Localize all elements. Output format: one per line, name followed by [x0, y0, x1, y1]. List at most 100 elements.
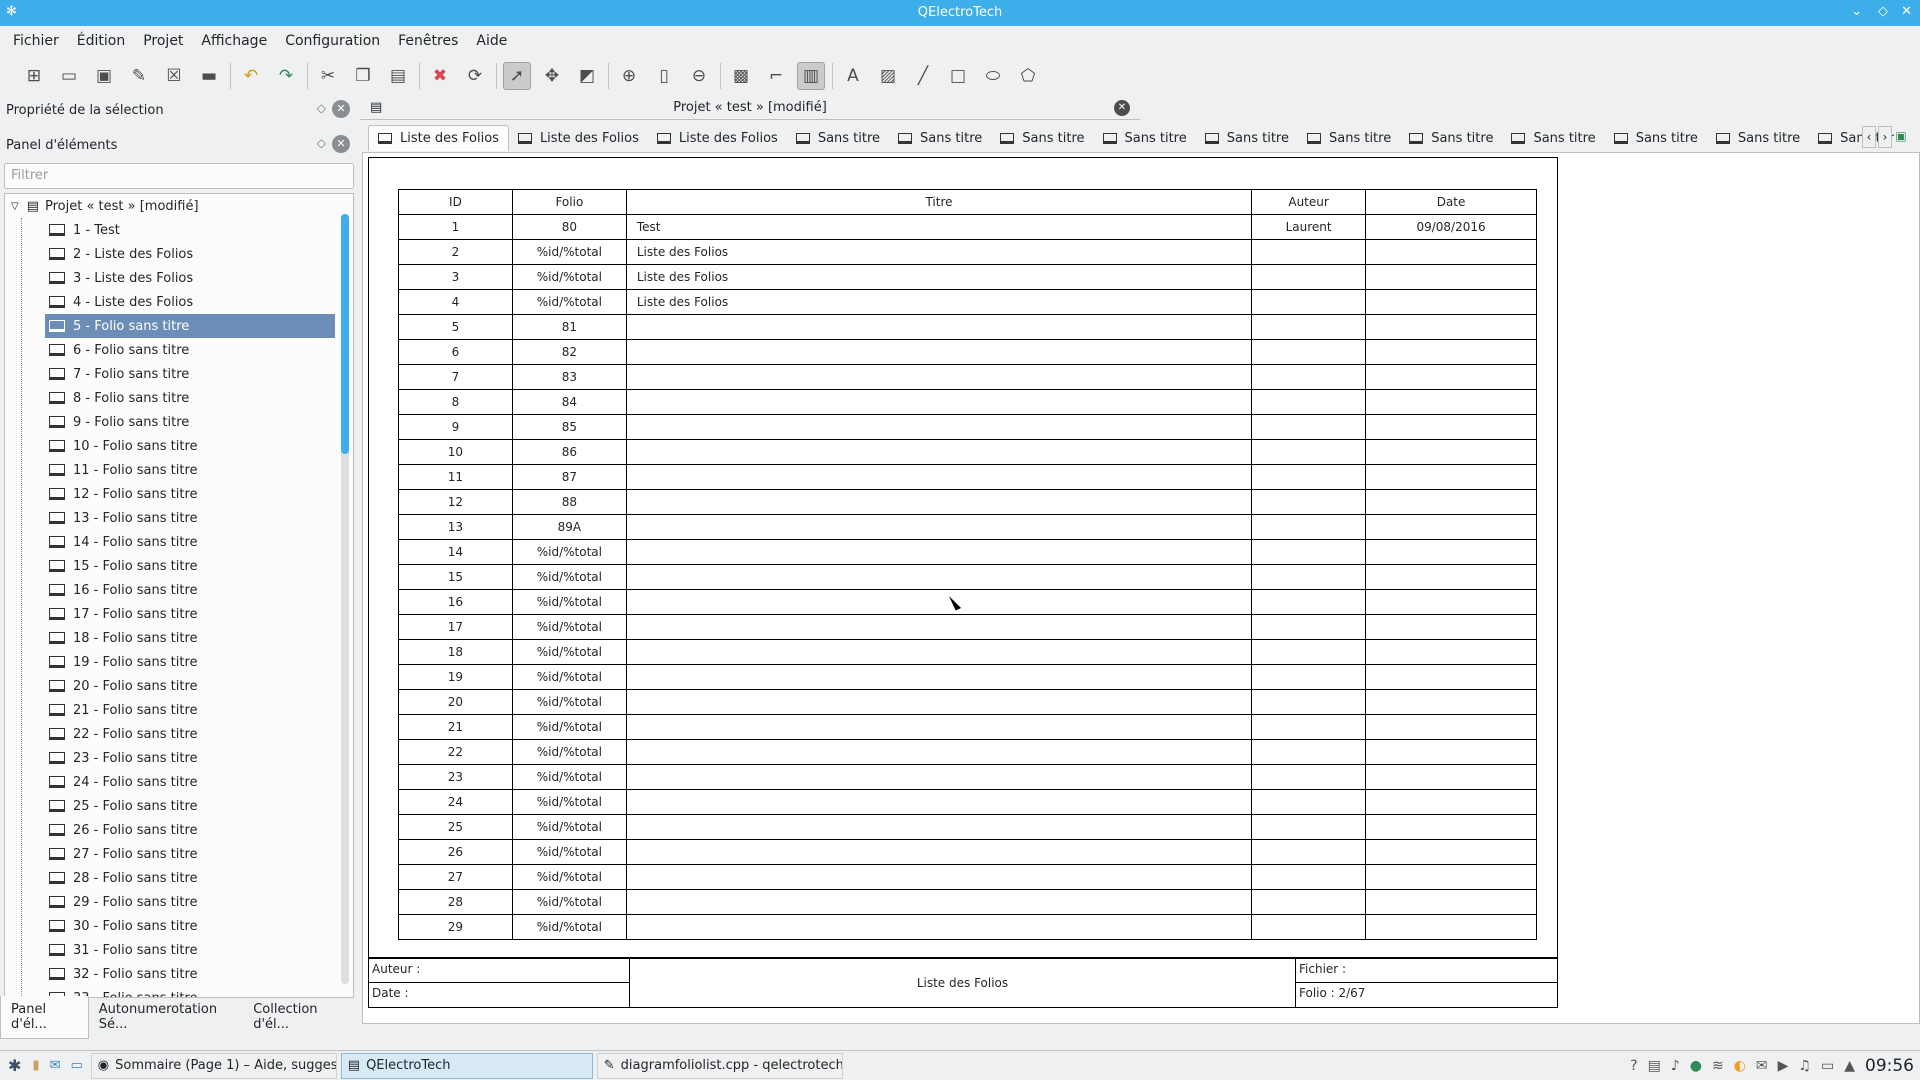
mail-icon[interactable]: ✉: [50, 1058, 61, 1073]
tree-item-folio[interactable]: 26 - Folio sans titre: [5, 818, 353, 842]
close-document-icon[interactable]: ✕: [1114, 100, 1130, 116]
float-icon[interactable]: ◇: [317, 136, 326, 150]
tree-item-folio[interactable]: 5 - Folio sans titre: [45, 314, 335, 338]
tab-scroll-right-icon[interactable]: ›: [1878, 126, 1892, 148]
tree-item-folio[interactable]: 19 - Folio sans titre: [5, 650, 353, 674]
tab-folio[interactable]: Sans titre: [1707, 125, 1809, 151]
delete-icon[interactable]: ✖: [426, 62, 454, 90]
chat-icon[interactable]: ▭: [70, 1058, 82, 1073]
close-project-icon[interactable]: ☒: [160, 62, 188, 90]
scrollbar-thumb[interactable]: [341, 214, 349, 454]
tree-item-folio[interactable]: 1 - Test: [5, 218, 353, 242]
tree-item-folio[interactable]: 3 - Liste des Folios: [5, 266, 353, 290]
menu-item-aide[interactable]: Aide: [467, 33, 516, 49]
menu-item-affichage[interactable]: Affichage: [192, 33, 276, 49]
audio-icon[interactable]: ♫: [1798, 1058, 1811, 1074]
rotate-icon[interactable]: ⟳: [461, 62, 489, 90]
close-dock-icon[interactable]: ✕: [332, 135, 350, 153]
tree-item-folio[interactable]: 31 - Folio sans titre: [5, 938, 353, 962]
tree-item-folio[interactable]: 10 - Folio sans titre: [5, 434, 353, 458]
tree-item-folio[interactable]: 8 - Folio sans titre: [5, 386, 353, 410]
cut-icon[interactable]: ✂: [314, 62, 342, 90]
redo-icon[interactable]: ↷: [272, 62, 300, 90]
terminal-strip-icon[interactable]: ▥: [797, 62, 825, 90]
tab-folio[interactable]: Sans titre: [1196, 125, 1298, 151]
add-folio-icon[interactable]: ▩: [727, 62, 755, 90]
expand-tray-icon[interactable]: ▲: [1844, 1058, 1855, 1074]
files-icon[interactable]: ▮: [32, 1058, 39, 1073]
minimize-icon[interactable]: ⌄: [1851, 4, 1862, 19]
filter-input[interactable]: Filtrer: [4, 163, 354, 189]
menu-item-projet[interactable]: Projet: [134, 33, 192, 49]
battery-icon[interactable]: ▭: [1821, 1058, 1834, 1074]
tree-item-folio[interactable]: 24 - Folio sans titre: [5, 770, 353, 794]
fill-icon[interactable]: ◩: [573, 62, 601, 90]
open-icon[interactable]: ▭: [55, 62, 83, 90]
tab-scroll-left-icon[interactable]: ‹: [1862, 126, 1876, 148]
tab-folio[interactable]: Sans titre: [787, 125, 889, 151]
maximize-icon[interactable]: ◇: [1878, 4, 1888, 19]
menu-item-fichier[interactable]: Fichier: [4, 33, 68, 49]
clock[interactable]: 09:56: [1865, 1056, 1914, 1076]
conductor-icon[interactable]: ⌐: [762, 62, 790, 90]
save-icon[interactable]: ▣: [90, 62, 118, 90]
update-icon[interactable]: ●: [1690, 1058, 1702, 1074]
taskbar-task[interactable]: ◉ Sommaire (Page 1) – Aide, suggestic: [90, 1052, 337, 1079]
taskbar-task[interactable]: ▤ QElectroTech: [340, 1052, 593, 1079]
tree-item-folio[interactable]: 17 - Folio sans titre: [5, 602, 353, 626]
tab-folio[interactable]: Sans titre: [1298, 125, 1400, 151]
tab-folio[interactable]: Sans titre: [889, 125, 991, 151]
volume-icon[interactable]: ♪: [1671, 1058, 1680, 1074]
tree-item-folio[interactable]: 32 - Folio sans titre: [5, 962, 353, 986]
paste-icon[interactable]: ▤: [384, 62, 412, 90]
tab-folio[interactable]: Sans titre: [1094, 125, 1196, 151]
tree-item-folio[interactable]: 9 - Folio sans titre: [5, 410, 353, 434]
taskbar-task[interactable]: ✎ diagramfoliolist.cpp - qelectrotech -: [596, 1052, 843, 1079]
start-menu-icon[interactable]: ✱: [8, 1056, 21, 1075]
zoom-in-icon[interactable]: ⊕: [615, 62, 643, 90]
tab-folio[interactable]: Sans titre: [1605, 125, 1707, 151]
add-folio-tab-icon[interactable]: ▣: [1894, 126, 1908, 148]
menu-item-configuration[interactable]: Configuration: [276, 33, 389, 49]
polygon-icon[interactable]: ⬠: [1014, 62, 1042, 90]
help-icon[interactable]: ?: [1630, 1058, 1637, 1074]
left-dock-tab[interactable]: Autonumerotation Sé...: [89, 996, 243, 1038]
tree-item-folio[interactable]: 29 - Folio sans titre: [5, 890, 353, 914]
copy-icon[interactable]: ❐: [349, 62, 377, 90]
network-icon[interactable]: ≋: [1712, 1058, 1724, 1074]
tree-item-folio[interactable]: 23 - Folio sans titre: [5, 746, 353, 770]
tree-item-folio[interactable]: 6 - Folio sans titre: [5, 338, 353, 362]
save-as-icon[interactable]: ✎: [125, 62, 153, 90]
tree-root-project[interactable]: ▽ ▤ Projet « test » [modifié]: [5, 194, 353, 218]
tree-item-folio[interactable]: 13 - Folio sans titre: [5, 506, 353, 530]
mail-tray-icon[interactable]: ✉: [1756, 1058, 1768, 1074]
move-icon[interactable]: ✥: [538, 62, 566, 90]
close-dock-icon[interactable]: ✕: [332, 100, 350, 118]
tree-item-folio[interactable]: 22 - Folio sans titre: [5, 722, 353, 746]
tree-item-folio[interactable]: 11 - Folio sans titre: [5, 458, 353, 482]
tree-item-folio[interactable]: 27 - Folio sans titre: [5, 842, 353, 866]
ellipse-icon[interactable]: ⬭: [979, 62, 1007, 90]
tree-item-folio[interactable]: 4 - Liste des Folios: [5, 290, 353, 314]
tree-item-folio[interactable]: 30 - Folio sans titre: [5, 914, 353, 938]
tree-item-folio[interactable]: 16 - Folio sans titre: [5, 578, 353, 602]
tab-folio[interactable]: Sans titre: [1502, 125, 1604, 151]
tree-item-folio[interactable]: 28 - Folio sans titre: [5, 866, 353, 890]
menu-item-édition[interactable]: Édition: [68, 33, 134, 49]
tab-folio[interactable]: Sans titre: [1400, 125, 1502, 151]
add-text-icon[interactable]: A: [839, 62, 867, 90]
tree-item-folio[interactable]: 12 - Folio sans titre: [5, 482, 353, 506]
menu-item-fenêtres[interactable]: Fenêtres: [389, 33, 467, 49]
zoom-reset-icon[interactable]: ⊖: [685, 62, 713, 90]
tree-item-folio[interactable]: 25 - Folio sans titre: [5, 794, 353, 818]
tree-item-folio[interactable]: 15 - Folio sans titre: [5, 554, 353, 578]
project-tree[interactable]: ▽ ▤ Projet « test » [modifié] 1 - Test 2 …: [4, 193, 354, 998]
rectangle-icon[interactable]: □: [944, 62, 972, 90]
tree-item-folio[interactable]: 7 - Folio sans titre: [5, 362, 353, 386]
undo-icon[interactable]: ↶: [237, 62, 265, 90]
line-icon[interactable]: ╱: [909, 62, 937, 90]
tree-item-folio[interactable]: 14 - Folio sans titre: [5, 530, 353, 554]
close-window-icon[interactable]: ✕: [1901, 4, 1912, 19]
tree-item-folio[interactable]: 20 - Folio sans titre: [5, 674, 353, 698]
collapse-arrow-icon[interactable]: ▽: [11, 201, 19, 212]
